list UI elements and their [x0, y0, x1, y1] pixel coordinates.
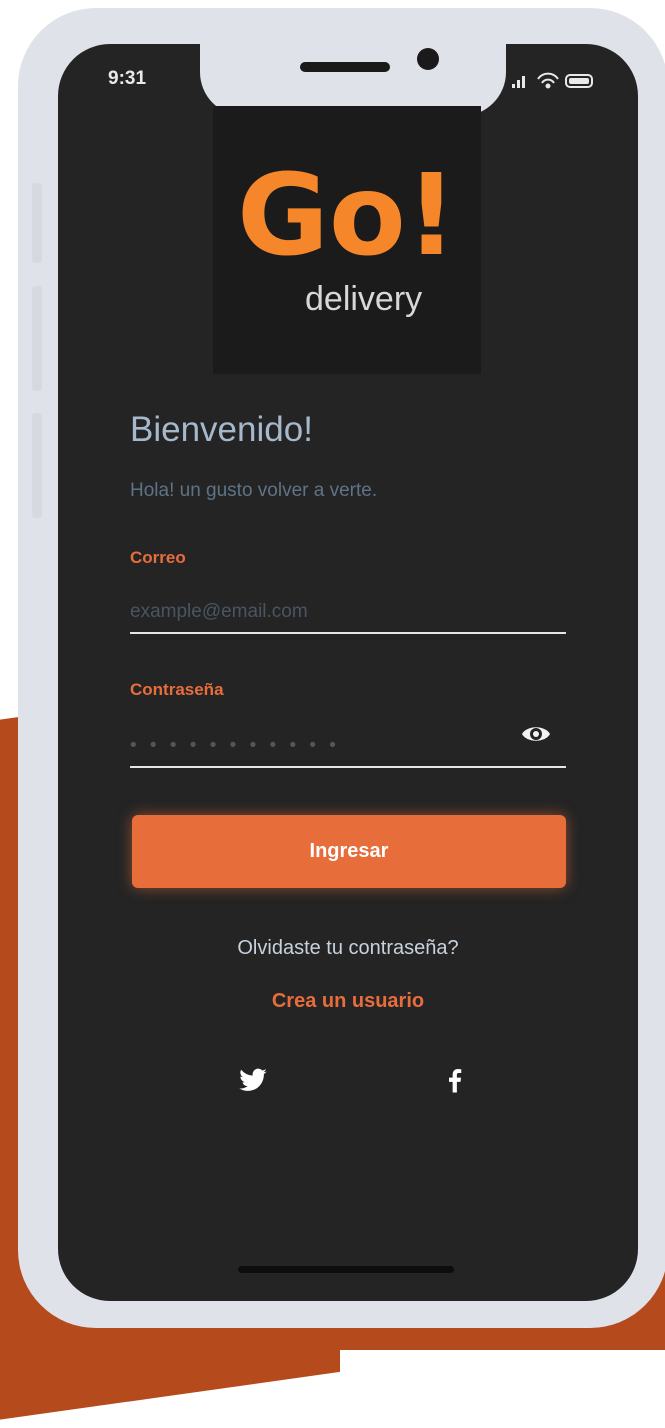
- twitter-icon[interactable]: [238, 1065, 268, 1095]
- password-field[interactable]: [130, 726, 566, 768]
- speaker-grille: [300, 62, 390, 72]
- side-button-mute: [32, 183, 42, 263]
- welcome-subtitle: Hola! un gusto volver a verte.: [130, 480, 378, 501]
- side-button-volume-down: [32, 413, 42, 518]
- home-indicator: [238, 1266, 454, 1273]
- battery-icon: [565, 74, 593, 88]
- side-button-volume-up: [32, 286, 42, 391]
- welcome-title: Bienvenido!: [130, 410, 313, 449]
- create-user-link[interactable]: Crea un usuario: [130, 990, 566, 1013]
- password-label: Contraseña: [130, 680, 224, 699]
- status-time: 9:31: [108, 68, 147, 89]
- signal-icon: [512, 76, 525, 88]
- forgot-password-link[interactable]: Olvidaste tu contraseña?: [130, 937, 566, 960]
- logo-brand-sub: delivery: [305, 280, 422, 318]
- status-icons: [512, 72, 593, 89]
- email-field[interactable]: [130, 592, 566, 634]
- logo-brand-main: Go!: [237, 151, 457, 281]
- front-camera: [417, 48, 439, 70]
- eye-icon[interactable]: [521, 722, 551, 746]
- login-button[interactable]: Ingresar: [132, 815, 566, 888]
- wifi-icon: [537, 72, 559, 89]
- logo-box: Go! delivery: [213, 106, 481, 374]
- go-delivery-logo: Go! delivery: [237, 151, 457, 318]
- facebook-icon[interactable]: [440, 1065, 470, 1095]
- email-label: Correo: [130, 548, 186, 567]
